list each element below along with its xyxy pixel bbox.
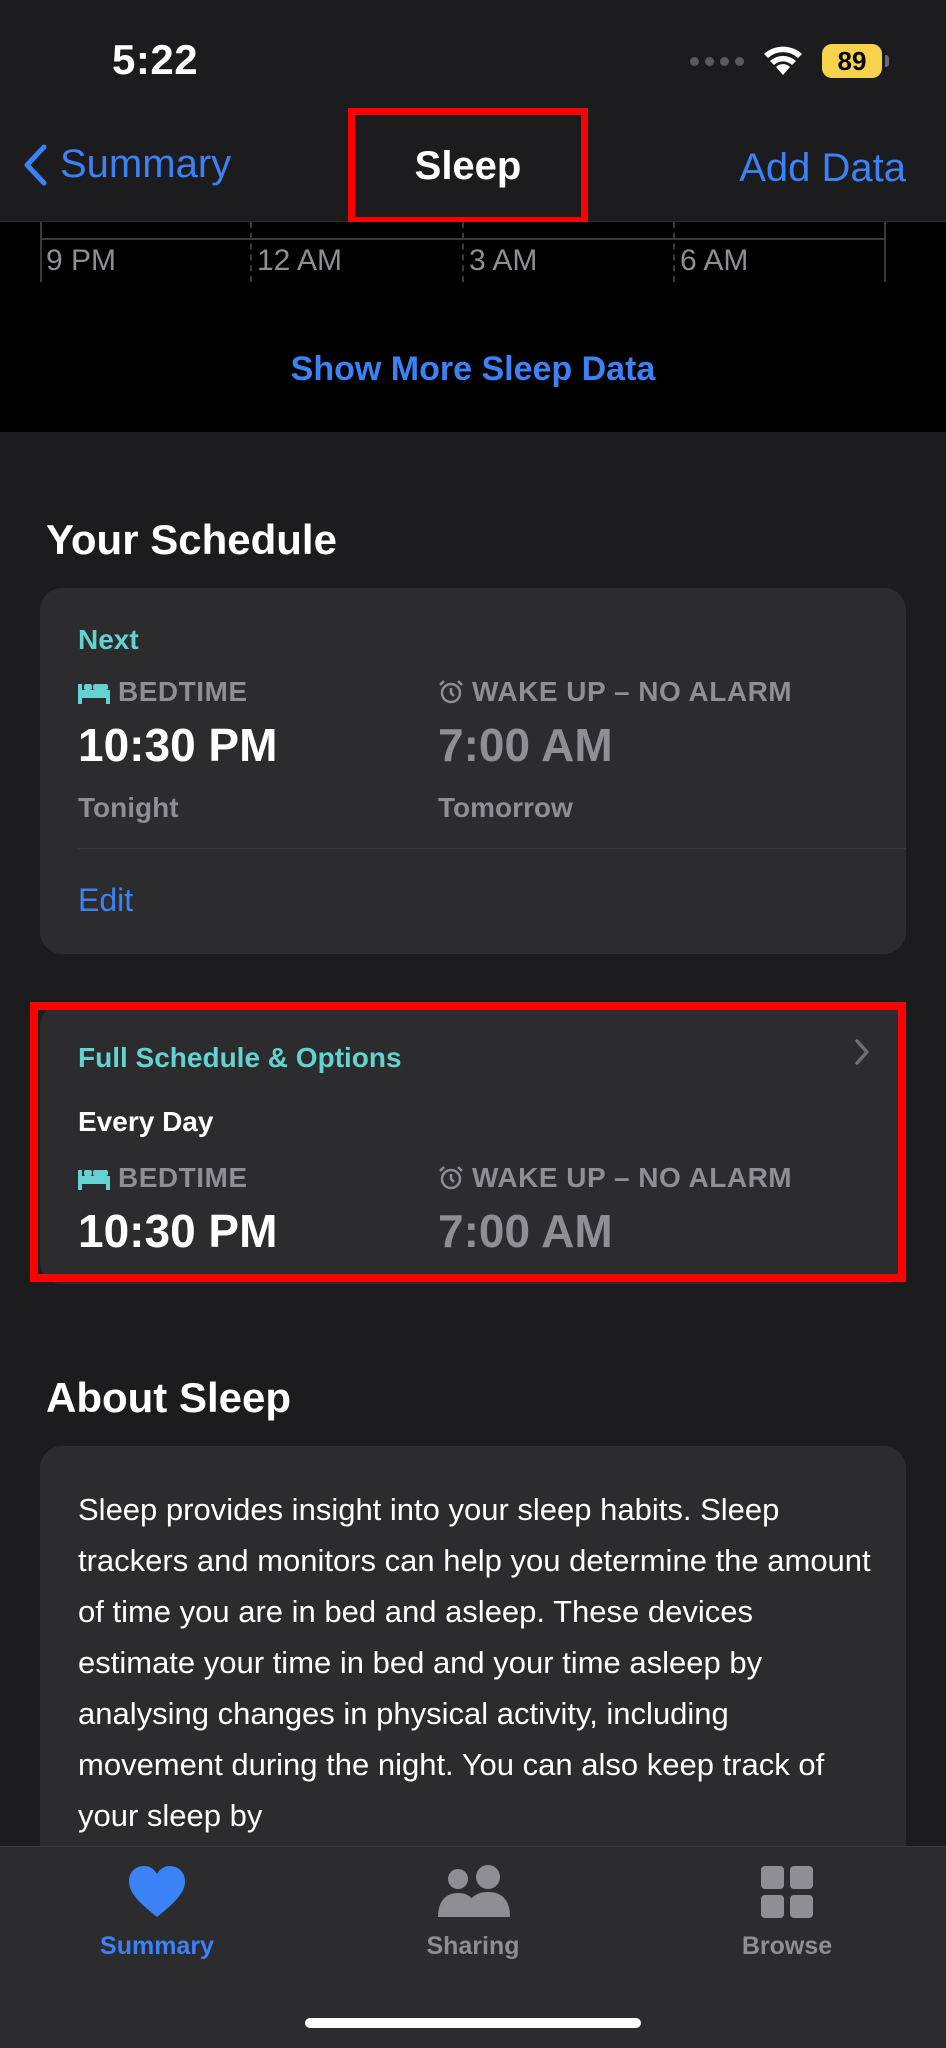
chart-tick-label: 6 AM xyxy=(680,244,749,277)
status-indicators: 89 xyxy=(690,44,889,78)
chart-tick xyxy=(462,222,464,282)
bed-icon xyxy=(78,1170,110,1190)
chart-tick-label: 9 PM xyxy=(46,244,117,277)
bedtime-value: 10:30 PM xyxy=(78,1205,278,1257)
chart-tick xyxy=(884,222,886,282)
show-more-sleep-data-button[interactable]: Show More Sleep Data xyxy=(0,350,946,389)
bedtime-label-text: BEDTIME xyxy=(118,1162,248,1193)
wake-label-text: WAKE UP – NO ALARM xyxy=(472,1162,793,1193)
bedtime-day: Tonight xyxy=(78,792,179,823)
page-title: Sleep xyxy=(348,108,588,224)
wake-day: Tomorrow xyxy=(438,792,573,823)
people-icon xyxy=(438,1865,510,1917)
cellular-signal-icon xyxy=(690,56,744,66)
about-text: Sleep provides insight into your sleep h… xyxy=(78,1492,871,1833)
sleep-chart: 9 PM 12 AM 3 AM 6 AM Show More Sleep Dat… xyxy=(0,222,946,432)
divider xyxy=(78,848,906,849)
wake-label: WAKE UP – NO ALARM xyxy=(438,1162,792,1194)
chart-tick-label: 3 AM xyxy=(469,244,538,277)
grid-icon xyxy=(761,1866,813,1918)
chevron-right-icon xyxy=(855,1039,869,1065)
bedtime-label: BEDTIME xyxy=(78,676,248,708)
chevron-left-icon xyxy=(24,144,47,185)
back-button[interactable]: Summary xyxy=(22,142,231,187)
heart-icon xyxy=(129,1866,185,1917)
tab-sharing[interactable]: Sharing xyxy=(373,1865,573,1961)
status-time: 5:22 xyxy=(112,36,199,83)
bedtime-value: 10:30 PM xyxy=(78,719,278,771)
tab-label: Summary xyxy=(100,1932,214,1960)
navigation-bar: Summary Sleep Add Data xyxy=(0,108,946,224)
tab-label: Browse xyxy=(741,1932,833,1960)
wake-label: WAKE UP – NO ALARM xyxy=(438,676,792,708)
home-indicator xyxy=(305,2018,641,2028)
battery-indicator: 89 xyxy=(822,44,889,78)
wake-value: 7:00 AM xyxy=(438,719,613,771)
schedule-frequency: Every Day xyxy=(78,1106,214,1137)
next-label: Next xyxy=(78,624,139,655)
edit-schedule-button[interactable]: Edit xyxy=(78,882,133,919)
tab-label: Sharing xyxy=(426,1932,520,1960)
wake-value: 7:00 AM xyxy=(438,1205,613,1257)
schedule-header: Your Schedule xyxy=(46,516,337,563)
tab-browse[interactable]: Browse xyxy=(687,1865,887,1961)
alarm-clock-icon xyxy=(439,1166,463,1190)
add-data-button[interactable]: Add Data xyxy=(739,146,906,191)
back-button-label: Summary xyxy=(60,142,232,186)
next-schedule-card: Next BEDTIME 10:30 PM Tonight WAKE UP – … xyxy=(40,588,906,954)
chart-tick xyxy=(250,222,252,282)
bedtime-label: BEDTIME xyxy=(78,1162,248,1194)
status-bar: 5:22 89 xyxy=(0,0,946,112)
wake-label-text: WAKE UP – NO ALARM xyxy=(472,676,793,707)
full-schedule-card[interactable]: Full Schedule & Options Every Day BEDTIM… xyxy=(40,1004,906,1284)
tab-summary[interactable]: Summary xyxy=(57,1865,257,1961)
wifi-icon xyxy=(764,46,802,75)
bed-icon xyxy=(78,684,110,704)
chart-tick-label: 12 AM xyxy=(257,244,343,277)
bedtime-label-text: BEDTIME xyxy=(118,676,248,707)
about-header: About Sleep xyxy=(46,1374,292,1421)
alarm-clock-icon xyxy=(439,680,463,704)
chart-tick xyxy=(40,222,42,282)
full-schedule-label: Full Schedule & Options xyxy=(78,1042,402,1073)
chart-tick xyxy=(673,222,675,282)
